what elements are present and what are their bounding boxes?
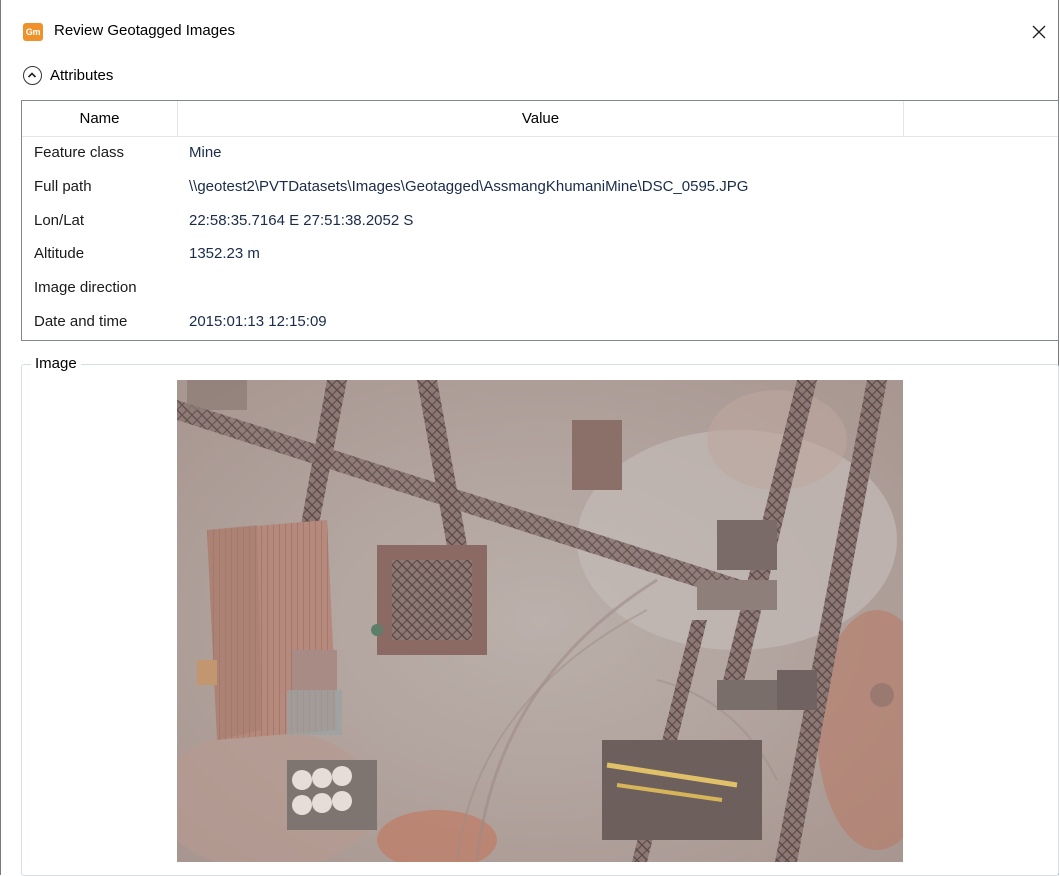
attributes-section-label: Attributes — [50, 67, 114, 84]
attribute-value: 1352.23 m — [189, 245, 260, 263]
table-row[interactable]: Altitude 1352.23 m — [22, 238, 1058, 272]
attribute-name: Image direction — [34, 279, 137, 297]
table-row[interactable]: Date and time 2015:01:13 12:15:09 — [22, 306, 1058, 340]
table-row[interactable]: Image direction — [22, 272, 1058, 306]
title-bar: Gm Review Geotagged Images — [1, 0, 1060, 62]
app-logo-icon: Gm — [23, 23, 43, 41]
attribute-name: Date and time — [34, 312, 128, 330]
table-header: Name Value — [22, 101, 1058, 137]
column-header-value[interactable]: Value — [178, 101, 904, 136]
attribute-value: 2015:01:13 12:15:09 — [189, 312, 327, 330]
attribute-value: \\geotest2\PVTDatasets\Images\Geotagged\… — [189, 177, 749, 195]
attribute-name: Feature class — [34, 144, 125, 161]
chevron-up-circle-icon — [23, 66, 42, 85]
attributes-table: Name Value Feature class Mine Full path … — [21, 100, 1059, 341]
column-header-filler — [904, 101, 1058, 136]
table-row[interactable]: Lon/Lat 22:58:35.7164 E 27:51:38.2052 S — [22, 205, 1058, 239]
review-geotagged-images-window: Gm Review Geotagged Images Attributes Na… — [0, 0, 1060, 876]
table-body: Feature class Mine Full path \\geotest2\… — [22, 137, 1058, 340]
table-row[interactable]: Full path \\geotest2\PVTDatasets\Images\… — [22, 171, 1058, 205]
attribute-name: Lon/Lat — [34, 211, 85, 229]
close-icon — [1032, 25, 1046, 39]
attribute-name: Full path — [34, 177, 92, 195]
image-group-label: Image — [31, 355, 81, 372]
attribute-value: 22:58:35.7164 E 27:51:38.2052 S — [189, 211, 414, 229]
close-button[interactable] — [1025, 18, 1053, 46]
table-row[interactable]: Feature class Mine — [22, 137, 1058, 171]
geotagged-aerial-photo — [177, 380, 903, 862]
attribute-name: Altitude — [34, 245, 85, 263]
attribute-value: Mine — [189, 144, 222, 161]
column-header-name[interactable]: Name — [22, 101, 178, 136]
aerial-mine-image — [177, 380, 903, 862]
window-title: Review Geotagged Images — [54, 22, 235, 39]
